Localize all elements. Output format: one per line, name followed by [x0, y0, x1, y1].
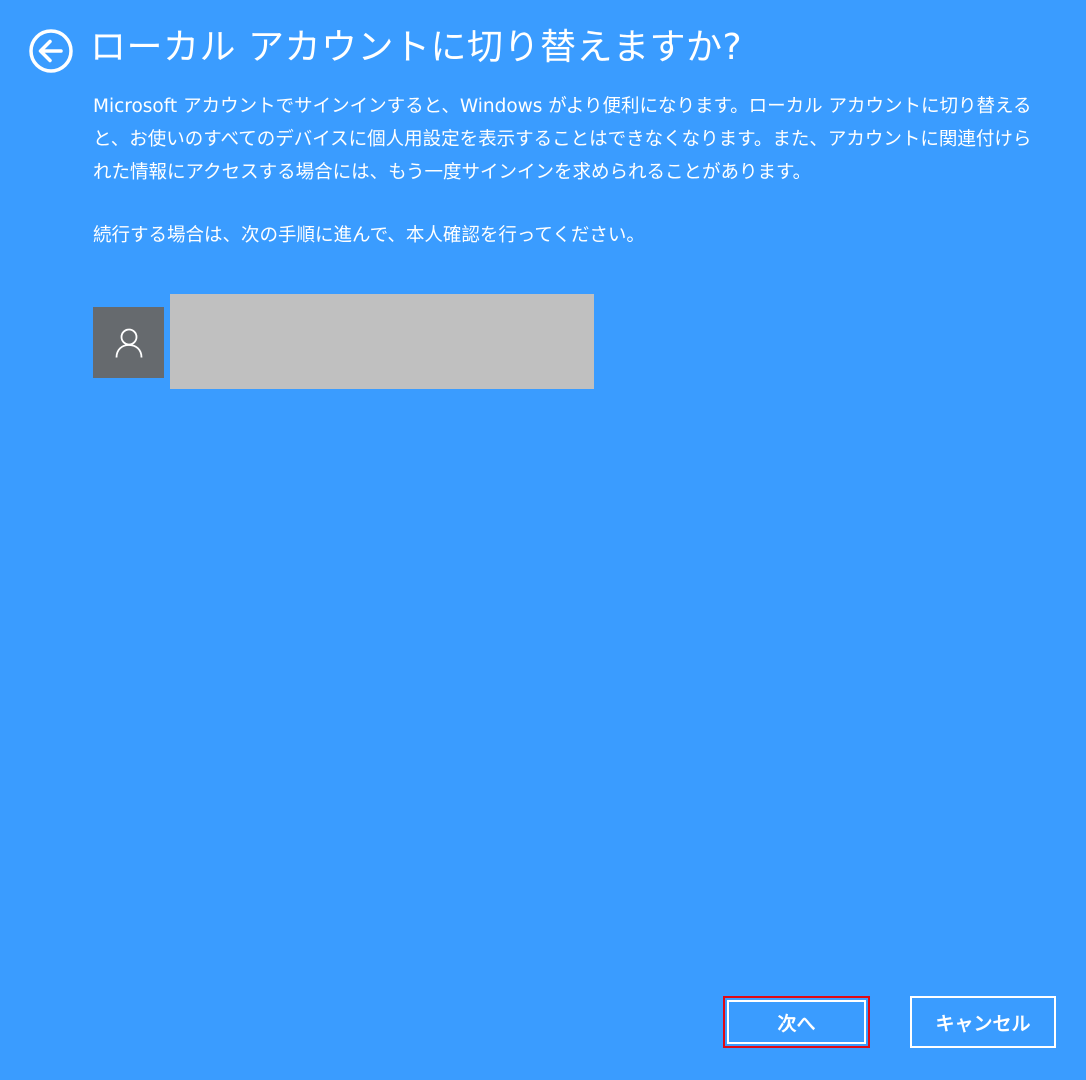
back-button[interactable] — [28, 28, 74, 74]
page-title: ローカル アカウントに切り替えますか? — [90, 27, 743, 68]
next-button[interactable]: 次へ — [723, 996, 870, 1048]
description-text: Microsoft アカウントでサインインすると、Windows がより便利にな… — [93, 96, 1032, 183]
redacted-account-info — [170, 294, 594, 389]
cancel-button[interactable]: キャンセル — [910, 996, 1056, 1048]
instruction-text: 続行する場合は、次の手順に進んで、本人確認を行ってください。 — [93, 225, 645, 246]
cancel-button-label: キャンセル — [935, 1012, 1031, 1035]
arrow-left-circle-icon — [29, 29, 73, 73]
avatar — [93, 307, 164, 378]
next-button-label: 次へ — [777, 1012, 816, 1035]
person-icon — [115, 328, 142, 358]
